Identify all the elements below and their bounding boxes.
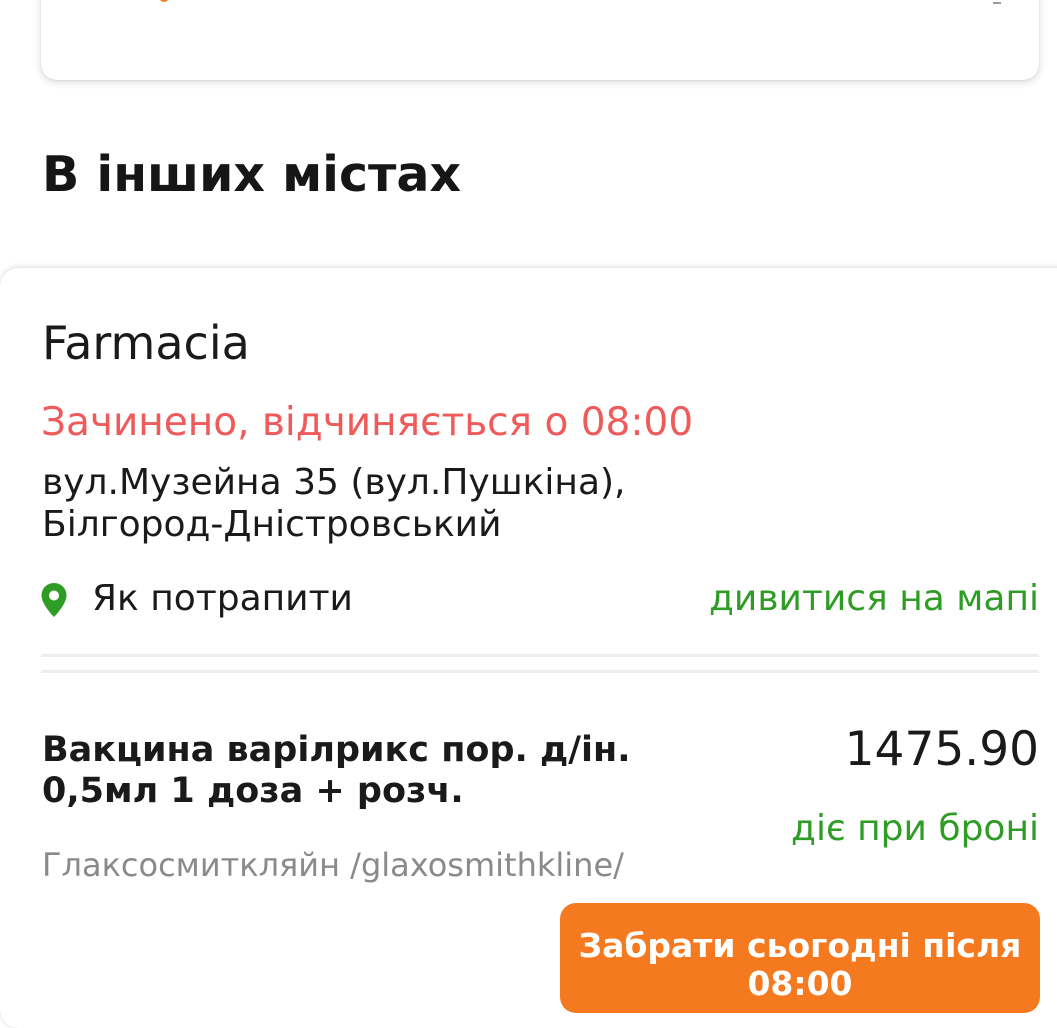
product-name-line: Вакцина варілрикс пор. д/ін.: [42, 730, 631, 770]
status-indicator-icon: [159, 0, 169, 2]
button-label-line: 08:00: [747, 964, 853, 1003]
opening-status: Зачинено, відчиняється о 08:00: [41, 400, 694, 445]
price-condition-note: діє при броні: [791, 808, 1039, 849]
divider: [41, 670, 1039, 673]
previous-pharmacy-card: [41, 0, 1039, 80]
map-pin-icon: [41, 583, 67, 617]
pharmacy-address: вул.Музейна 35 (вул.Пушкіна), Білгород-Д…: [42, 462, 762, 546]
directions-row: Як потрапити дивитися на мапі: [38, 576, 1043, 626]
directions-link[interactable]: Як потрапити: [92, 578, 353, 619]
section-title: В інших містах: [42, 146, 462, 203]
product-name-line: 0,5мл 1 доза + розч.: [42, 771, 464, 811]
pharmacy-name: Farmacia: [42, 316, 250, 370]
button-label-line: Забрати сьогодні після: [578, 926, 1022, 965]
product-name: Вакцина варілрикс пор. д/ін. 0,5мл 1 доз…: [42, 730, 762, 812]
address-line: Білгород-Дністровський: [42, 504, 502, 545]
view-on-map-link[interactable]: дивитися на мапі: [709, 578, 1039, 619]
chevron-icon: [993, 0, 1001, 4]
divider: [41, 654, 1039, 657]
address-line: вул.Музейна 35 (вул.Пушкіна),: [42, 462, 626, 503]
pickup-today-button[interactable]: Забрати сьогодні після 08:00: [560, 903, 1040, 1013]
product-price: 1475.90: [844, 722, 1039, 777]
product-manufacturer: Глаксосмиткляйн /glaxosmithkline/: [42, 846, 624, 884]
